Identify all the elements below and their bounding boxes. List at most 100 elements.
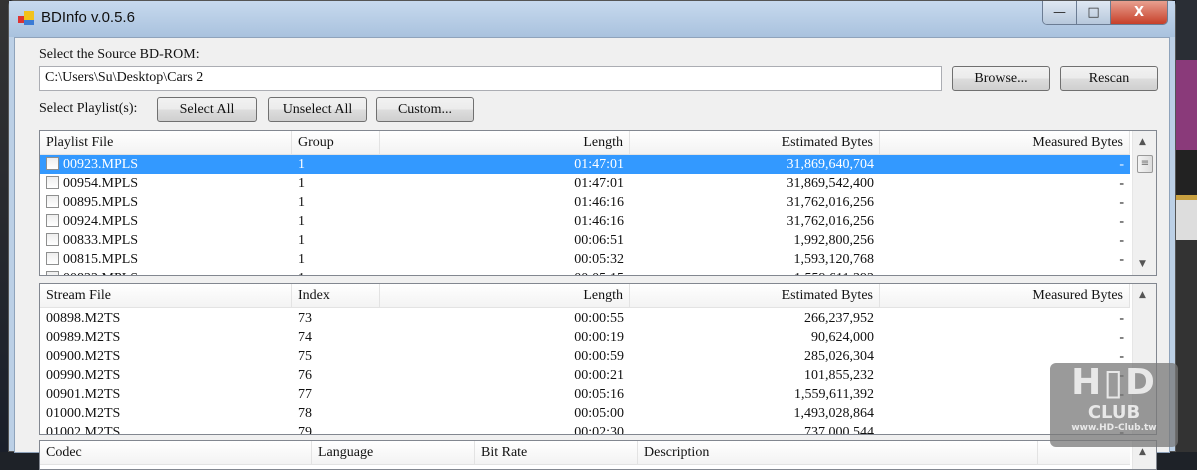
playlist-file-text: 00954.MPLS xyxy=(63,176,139,191)
column-header-codec[interactable]: Codec xyxy=(40,441,312,464)
playlist-meas-text: - xyxy=(1119,195,1124,210)
playlist-cell-length: 00:05:32 xyxy=(380,250,630,269)
unselect-all-button[interactable]: Unselect All xyxy=(268,97,367,122)
stream-cell-est: 1,493,028,864 xyxy=(630,404,880,423)
column-header-language[interactable]: Language xyxy=(312,441,475,464)
maximize-button[interactable]: □ xyxy=(1077,1,1111,24)
playlist-cell-est: 1,593,120,768 xyxy=(630,250,880,269)
stream-est-text: 737,000,544 xyxy=(804,425,874,435)
playlist-length-text: 00:05:32 xyxy=(574,252,624,267)
scroll-thumb[interactable]: ≡ xyxy=(1137,155,1153,173)
playlist-group-text: 1 xyxy=(298,271,305,275)
stream-row[interactable]: 01000.M2TS7800:05:001,493,028,864- xyxy=(40,404,1130,423)
column-header-playlist-file[interactable]: Playlist File xyxy=(40,131,292,154)
stream-length-text: 00:00:59 xyxy=(574,349,624,364)
stream-est-text: 90,624,000 xyxy=(811,330,874,345)
playlist-meas-text: - xyxy=(1119,252,1124,267)
stream-cell-est: 1,559,611,392 xyxy=(630,385,880,404)
scroll-up-arrow-icon[interactable]: ▲ xyxy=(1139,290,1146,300)
stream-length-text: 00:05:16 xyxy=(574,387,624,402)
stream-index-text: 75 xyxy=(298,349,312,364)
stream-est-text: 285,026,304 xyxy=(804,349,874,364)
stream-cell-index: 79 xyxy=(292,423,380,435)
playlist-table-header: Playlist File Group Length Estimated Byt… xyxy=(40,131,1130,155)
stream-row[interactable]: 00901.M2TS7700:05:161,559,611,392- xyxy=(40,385,1130,404)
playlist-row[interactable]: 00895.MPLS 1 01:46:16 31,762,016,256 - xyxy=(40,193,1130,212)
playlist-cell-group: 1 xyxy=(292,174,380,193)
playlist-checkbox[interactable] xyxy=(46,176,59,189)
stream-table: Stream File Index Length Estimated Bytes… xyxy=(39,283,1157,435)
playlist-checkbox[interactable] xyxy=(46,157,59,170)
stream-meas-text: - xyxy=(1119,330,1124,345)
playlist-cell-est: 31,869,542,400 xyxy=(630,174,880,193)
stream-cell-file: 00900.M2TS xyxy=(40,347,292,366)
playlist-est-text: 31,762,016,256 xyxy=(786,214,875,229)
select-playlists-label: Select Playlist(s): xyxy=(39,101,138,116)
minimize-button[interactable]: — xyxy=(1043,1,1077,24)
stream-file-text: 00989.M2TS xyxy=(46,330,121,345)
title-bar[interactable]: BDInfo v.0.5.6 — □ X xyxy=(9,1,1175,37)
column-header-index[interactable]: Index xyxy=(292,284,380,307)
playlist-est-text: 1,593,120,768 xyxy=(793,252,875,267)
playlist-row[interactable]: 00815.MPLS 1 00:05:32 1,593,120,768 - xyxy=(40,250,1130,269)
playlist-cell-group: 1 xyxy=(292,193,380,212)
stream-cell-length: 00:00:21 xyxy=(380,366,630,385)
stream-est-text: 1,559,611,392 xyxy=(794,387,874,402)
column-header-stream-file[interactable]: Stream File xyxy=(40,284,292,307)
custom-button[interactable]: Custom... xyxy=(376,97,474,122)
hd-club-watermark-logo: H▯D CLUB www.HD-Club.tw xyxy=(1050,363,1178,447)
playlist-checkbox[interactable] xyxy=(46,195,59,208)
playlist-length-text: 00:05:15 xyxy=(574,271,624,275)
rescan-button[interactable]: Rescan xyxy=(1060,66,1158,91)
stream-row[interactable]: 00898.M2TS 73 00:00:55 266,237,952 - xyxy=(40,309,1130,328)
source-path-input[interactable]: C:\Users\Su\Desktop\Cars 2 xyxy=(39,66,942,91)
column-header-description[interactable]: Description xyxy=(638,441,1038,464)
playlist-cell-meas: - xyxy=(880,193,1130,212)
stream-row[interactable]: 00990.M2TS7600:00:21101,855,232- xyxy=(40,366,1130,385)
column-header-estimated-bytes[interactable]: Estimated Bytes xyxy=(630,284,880,307)
stream-index-text: 79 xyxy=(298,425,312,435)
playlist-scrollbar[interactable]: ▲ ≡ ▼ xyxy=(1132,131,1156,275)
playlist-row[interactable]: 00833.MPLS 1 00:06:51 1,992,800,256 - xyxy=(40,231,1130,250)
stream-row[interactable]: 00900.M2TS 75 00:00:59 285,026,304- xyxy=(40,347,1130,366)
stream-cell-length: 00:00:55 xyxy=(380,309,630,328)
playlist-file-text: 00822.MPLS xyxy=(63,271,138,275)
column-header-length[interactable]: Length xyxy=(380,131,630,154)
playlist-cell-meas: - xyxy=(880,250,1130,269)
close-button[interactable]: X xyxy=(1111,1,1167,24)
playlist-checkbox[interactable] xyxy=(46,271,59,275)
column-header-measured-bytes[interactable]: Measured Bytes xyxy=(880,131,1130,154)
playlist-checkbox[interactable] xyxy=(46,233,59,246)
window-title: BDInfo v.0.5.6 xyxy=(41,9,135,26)
playlist-cell-group: 1 xyxy=(292,155,380,174)
stream-cell-file: 01002.M2TS xyxy=(40,423,292,434)
playlist-checkbox[interactable] xyxy=(46,214,59,227)
select-all-button[interactable]: Select All xyxy=(157,97,257,122)
stream-row[interactable]: 01002.M2TS7900:02:30737,000,544- xyxy=(40,423,1130,435)
stream-meas-text: - xyxy=(1119,311,1124,326)
playlist-file-text: 00923.MPLS xyxy=(63,157,139,172)
stream-cell-est: 90,624,000 xyxy=(630,328,880,347)
column-header-estimated-bytes[interactable]: Estimated Bytes xyxy=(630,131,880,154)
stream-row[interactable]: 00989.M2TS 74 00:00:19 90,624,000 - xyxy=(40,328,1130,347)
playlist-est-text: 1,992,800,256 xyxy=(793,233,875,248)
playlist-cell-file: 00815.MPLS xyxy=(40,250,292,269)
column-header-group[interactable]: Group xyxy=(292,131,380,154)
browse-button[interactable]: Browse... xyxy=(952,66,1050,91)
playlist-table: Playlist File Group Length Estimated Byt… xyxy=(39,130,1157,276)
playlist-row[interactable]: 00954.MPLS 1 01:47:01 31,869,542,400 - xyxy=(40,174,1130,193)
column-header-measured-bytes[interactable]: Measured Bytes xyxy=(880,284,1130,307)
playlist-row[interactable]: 00822.MPLS 1 00:05:15 1,559,611,392 - xyxy=(40,269,1130,275)
column-header-bit-rate[interactable]: Bit Rate xyxy=(475,441,638,464)
playlist-row[interactable]: 00923.MPLS 1 01:47:01 31,869,640,704 - xyxy=(40,155,1130,174)
stream-est-text: 266,237,952 xyxy=(804,311,874,326)
scroll-up-arrow-icon[interactable]: ▲ xyxy=(1139,137,1146,147)
scroll-down-arrow-icon[interactable]: ▼ xyxy=(1139,259,1146,269)
column-header-length[interactable]: Length xyxy=(380,284,630,307)
playlist-checkbox[interactable] xyxy=(46,252,59,265)
playlist-length-text: 01:46:16 xyxy=(574,214,624,229)
playlist-group-text: 1 xyxy=(298,233,305,248)
scroll-up-arrow-icon[interactable]: ▲ xyxy=(1139,447,1146,457)
playlist-row[interactable]: 00924.MPLS 1 01:46:16 31,762,016,256 - xyxy=(40,212,1130,231)
stream-length-text: 00:02:30 xyxy=(574,425,624,435)
